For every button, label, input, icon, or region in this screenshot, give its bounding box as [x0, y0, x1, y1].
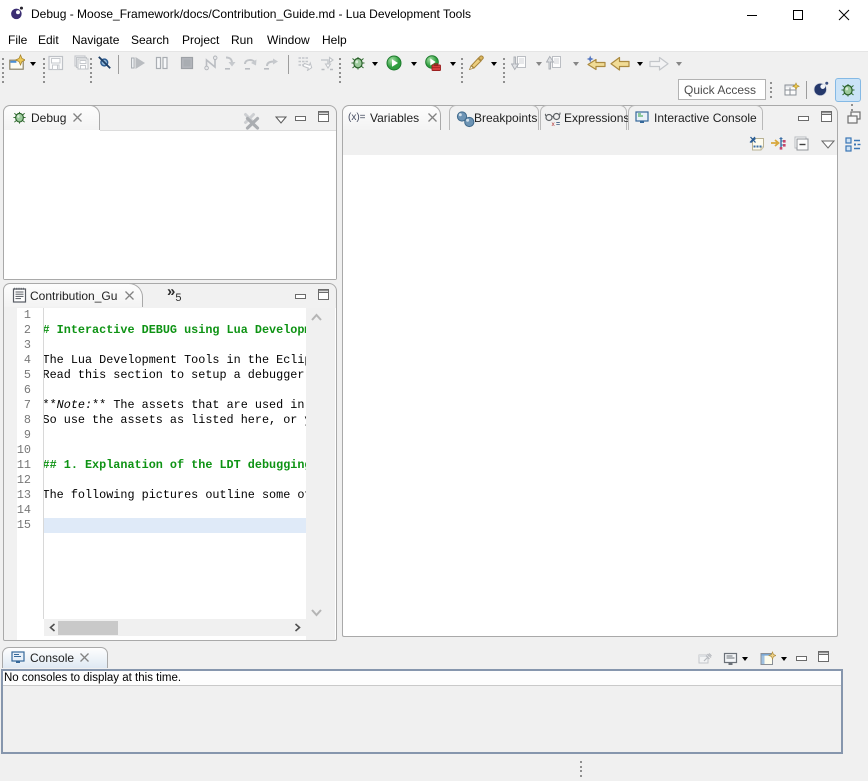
- svg-text:x: x: [552, 121, 556, 128]
- svg-text:=: =: [556, 121, 560, 128]
